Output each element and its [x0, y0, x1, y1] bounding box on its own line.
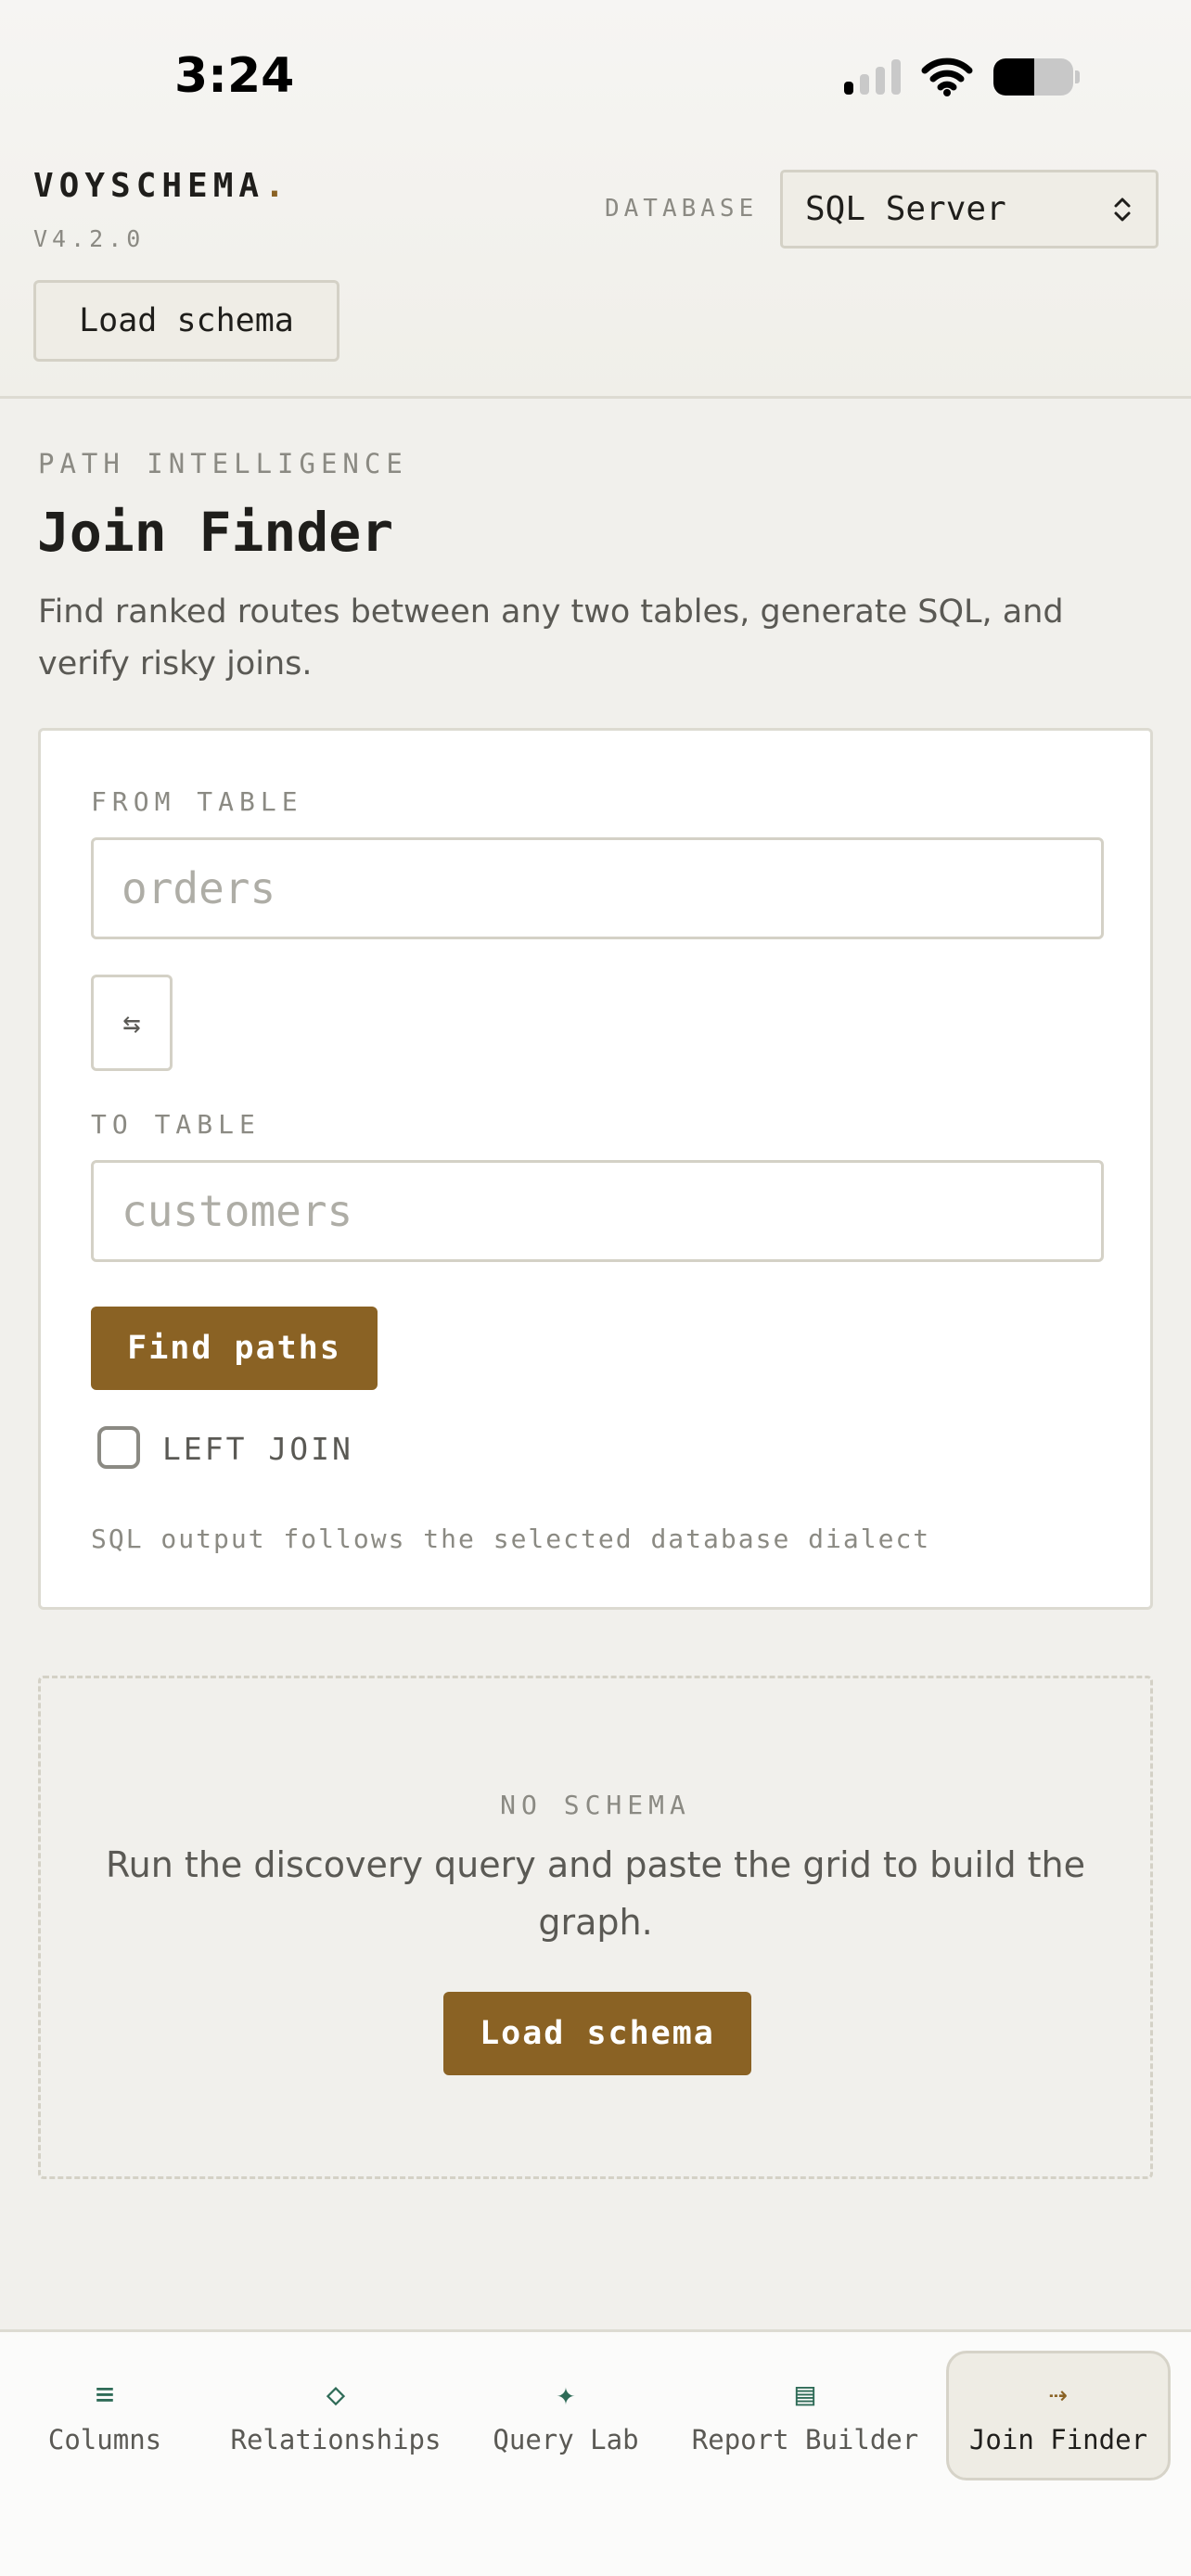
- page-description: Find ranked routes between any two table…: [38, 593, 1064, 682]
- tab-join-finder[interactable]: ⇢ Join Finder: [946, 2351, 1171, 2480]
- app-version: V4.2.0: [33, 225, 146, 252]
- left-join-label[interactable]: LEFT JOIN: [162, 1431, 353, 1467]
- database-label: DATABASE: [605, 195, 759, 223]
- brand-dot: .: [264, 167, 290, 205]
- empty-state-eyebrow: NO SCHEMA: [500, 1790, 691, 1820]
- page-eyebrow: PATH INTELLIGENCE: [38, 448, 408, 479]
- to-table-input[interactable]: [91, 1160, 1104, 1262]
- columns-icon: ≡: [95, 2376, 115, 2413]
- report-builder-icon: ▤: [795, 2376, 815, 2413]
- empty-state: NO SCHEMA Run the discovery query and pa…: [38, 1676, 1153, 2179]
- from-table-input[interactable]: [91, 837, 1104, 939]
- app-header: 3:24 VOYSCHEMA. V4.2.0 DATABASE SQL Serv…: [0, 0, 1191, 399]
- tab-label: Columns: [47, 2424, 162, 2455]
- empty-state-text: Run the discovery query and paste the gr…: [105, 1844, 1086, 1943]
- to-table-label: TO TABLE: [91, 1109, 261, 1140]
- database-select-value: SQL Server: [805, 190, 1006, 228]
- join-finder-icon: ⇢: [1048, 2376, 1069, 2413]
- join-form-card: FROM TABLE ⇆ TO TABLE Find paths LEFT JO…: [38, 728, 1153, 1610]
- left-join-checkbox[interactable]: [97, 1426, 140, 1469]
- wifi-icon: [921, 57, 973, 96]
- tab-label: Join Finder: [968, 2424, 1148, 2455]
- from-table-label: FROM TABLE: [91, 786, 303, 817]
- find-paths-button[interactable]: Find paths: [91, 1307, 378, 1390]
- tab-label: Report Builder: [691, 2424, 919, 2455]
- swap-tables-button[interactable]: ⇆: [91, 975, 173, 1071]
- status-icons: [844, 57, 1080, 96]
- database-select[interactable]: SQL Server: [780, 170, 1159, 249]
- brand-name: VOYSCHEMA: [33, 167, 265, 205]
- tab-label: Query Lab: [493, 2424, 639, 2455]
- brand-logo: VOYSCHEMA.: [33, 167, 290, 205]
- select-chevron-icon: [1114, 198, 1131, 221]
- relationships-icon: ◇: [326, 2376, 346, 2413]
- battery-icon: [993, 58, 1080, 96]
- cellular-signal-icon: [844, 59, 901, 95]
- tab-report-builder[interactable]: ▤ Report Builder: [677, 2351, 933, 2480]
- header-load-schema-button[interactable]: Load schema: [33, 280, 339, 362]
- tab-columns[interactable]: ≡ Columns: [17, 2351, 193, 2480]
- swap-icon: ⇆: [122, 1005, 141, 1040]
- page-title: Join Finder: [37, 501, 394, 564]
- tab-label: Relationships: [230, 2424, 442, 2455]
- tab-query-lab[interactable]: ✦ Query Lab: [480, 2351, 651, 2480]
- empty-load-schema-button[interactable]: Load schema: [443, 1992, 751, 2075]
- query-lab-icon: ✦: [556, 2376, 576, 2413]
- status-time: 3:24: [174, 48, 295, 104]
- bottom-tab-bar: ≡ Columns ◇ Relationships ✦ Query Lab ▤ …: [0, 2329, 1191, 2576]
- tab-relationships[interactable]: ◇ Relationships: [215, 2351, 456, 2480]
- dialect-hint: SQL output follows the selected database…: [91, 1524, 931, 1554]
